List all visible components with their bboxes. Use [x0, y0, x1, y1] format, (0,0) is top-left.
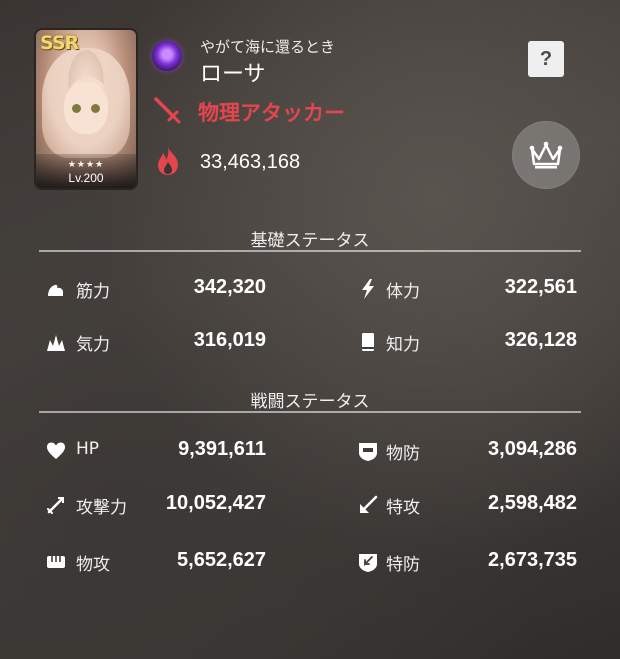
stat-value-spirit: 316,019 [193, 329, 266, 351]
character-name: ローサ [200, 62, 266, 87]
crown-button[interactable] [512, 121, 580, 189]
stat-label-magic-def: 特防 [386, 555, 420, 575]
stat-label-vitality: 体力 [386, 282, 420, 302]
stat-label-attack: 攻撃力 [76, 498, 127, 518]
purple-orb-icon [152, 41, 182, 71]
stat-label-spirit: 気力 [76, 335, 110, 355]
section-divider [39, 411, 581, 413]
stat-value-intelligence: 326,128 [504, 329, 577, 351]
portrait-eye [72, 104, 81, 113]
magic-arrow-icon [360, 495, 378, 513]
stat-label-phys-def: 物防 [386, 444, 420, 464]
star-rating: ★★★★ [67, 160, 105, 170]
stat-value-phys-atk: 5,652,627 [177, 549, 266, 571]
base-stats-title: 基礎ステータス [250, 231, 370, 251]
crown-icon [529, 141, 563, 169]
lightning-icon [362, 279, 374, 299]
stat-label-strength: 筋力 [76, 282, 110, 302]
portrait-face [64, 82, 108, 134]
stat-value-phys-def: 3,094,286 [488, 438, 577, 460]
stat-value-attack: 10,052,427 [165, 492, 266, 514]
stat-value-magic-def: 2,673,735 [488, 549, 577, 571]
stat-value-vitality: 322,561 [504, 276, 577, 298]
heart-icon [47, 442, 65, 459]
stat-label-intelligence: 知力 [386, 335, 420, 355]
stat-value-hp: 9,391,611 [178, 438, 266, 460]
sword-role-icon [154, 97, 181, 124]
portrait-eye [91, 104, 100, 113]
help-button[interactable]: ? [528, 41, 564, 77]
stat-label-magic-atk: 特攻 [386, 498, 420, 518]
battle-stats-title: 戦闘ステータス [250, 392, 370, 412]
stat-label-phys-atk: 物攻 [76, 555, 110, 575]
stat-label-hp: HP [76, 439, 100, 459]
character-role: 物理アタッカー [198, 101, 345, 125]
character-epithet: やがて海に還るとき [200, 38, 336, 56]
sword-icon [47, 497, 64, 514]
magic-shield-icon [359, 554, 377, 572]
stat-value-strength: 342,320 [193, 276, 266, 298]
combat-power-value: 33,463,168 [200, 151, 301, 173]
book-icon [362, 333, 374, 351]
shield-icon [359, 443, 377, 461]
level-label: Lv.200 [68, 171, 104, 185]
character-portrait-card[interactable]: SSR ★★★★ Lv.200 [34, 28, 138, 190]
section-divider [39, 250, 581, 252]
fist-icon [47, 556, 65, 568]
rarity-badge: SSR [40, 32, 79, 54]
arm-icon [48, 284, 63, 296]
stat-value-magic-atk: 2,598,482 [488, 492, 577, 514]
spirit-icon [47, 335, 65, 351]
flame-icon [158, 147, 178, 175]
